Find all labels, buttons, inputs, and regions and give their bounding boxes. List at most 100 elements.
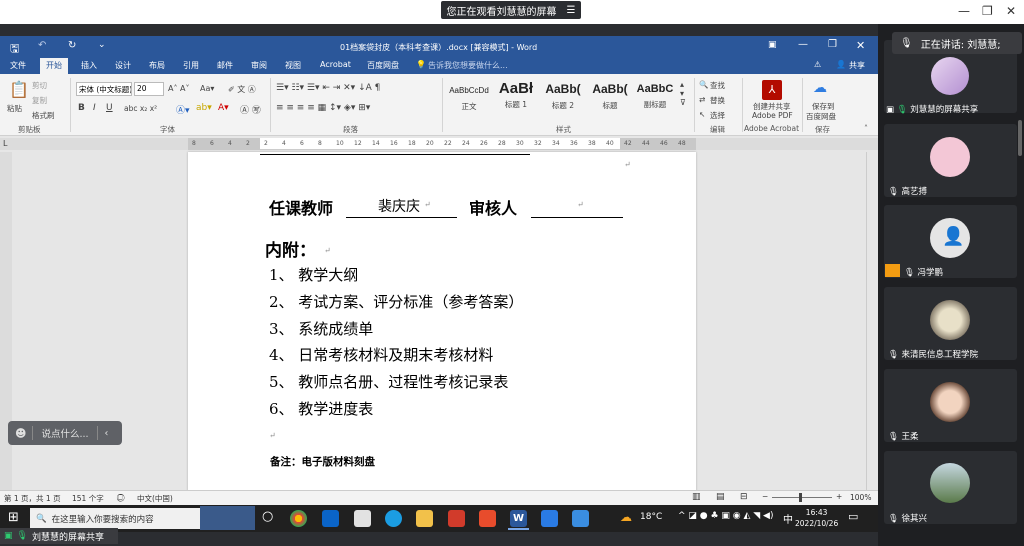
- font-color-icon[interactable]: A▾: [218, 103, 229, 113]
- highlight-icon[interactable]: ab▾: [196, 103, 212, 113]
- notification-icon[interactable]: ▭: [848, 510, 858, 523]
- tab-references[interactable]: 引用: [183, 60, 199, 71]
- chat-input-float[interactable]: ☻ 说点什么... ‹: [8, 421, 122, 445]
- save-icon[interactable]: 🖫: [10, 40, 19, 59]
- baidu-netdisk-label[interactable]: 百度网盘: [806, 111, 836, 122]
- align-icon[interactable]: ≡ ≡ ≡ ≡ ▦ ↕▾ ◈▾ ⊞▾: [276, 103, 370, 113]
- collapse-chevron-icon[interactable]: ‹: [104, 428, 108, 439]
- zoom-level[interactable]: 100%: [850, 493, 871, 502]
- chat-placeholder[interactable]: 说点什么...: [41, 426, 91, 440]
- app-icon[interactable]: [541, 510, 558, 527]
- menu-icon[interactable]: ☰: [567, 5, 576, 16]
- zoom-slider[interactable]: [772, 497, 832, 498]
- word-taskbar-icon[interactable]: W: [510, 510, 527, 527]
- adobe-pdf-icon[interactable]: ⅄: [762, 80, 782, 100]
- text-effects-icon[interactable]: Ⓐ▾: [176, 103, 190, 116]
- tab-insert[interactable]: 插入: [81, 60, 97, 71]
- app-icon[interactable]: [448, 510, 465, 527]
- restore-icon[interactable]: ❐: [982, 4, 993, 18]
- word-close-icon[interactable]: ✕: [856, 39, 865, 52]
- strikethrough-icon[interactable]: abc x₂ x²: [124, 104, 157, 113]
- select-button[interactable]: 选择: [710, 110, 725, 121]
- replace-button[interactable]: 替换: [710, 95, 725, 106]
- tab-design[interactable]: 设计: [115, 60, 131, 71]
- mail-icon[interactable]: [322, 510, 339, 527]
- ribbon-display-icon[interactable]: ▣: [768, 40, 777, 50]
- app-icon[interactable]: [572, 510, 589, 527]
- tab-mailings[interactable]: 邮件: [217, 60, 233, 71]
- cut-button[interactable]: 剪切: [32, 80, 47, 91]
- style-heading1[interactable]: AaBł 标题 1: [494, 80, 538, 120]
- proofing-icon[interactable]: ⎕⃝: [118, 493, 123, 503]
- redo-icon[interactable]: ↻: [68, 40, 76, 51]
- windows-start-icon[interactable]: ⊞: [8, 510, 19, 525]
- tab-home[interactable]: 开始: [40, 58, 68, 74]
- word-minimize-icon[interactable]: —: [798, 39, 808, 50]
- baidu-cloud-icon[interactable]: ☁: [813, 80, 827, 96]
- vertical-scrollbar[interactable]: [866, 152, 878, 490]
- close-icon[interactable]: ✕: [1006, 4, 1016, 18]
- word-count[interactable]: 151 个字: [72, 493, 104, 504]
- style-normal[interactable]: AaBbCcDd 正文: [447, 80, 491, 120]
- styles-scroll-icon[interactable]: ▴ ▾ ⊽: [680, 80, 686, 107]
- tab-baidu[interactable]: 百度网盘: [367, 60, 399, 71]
- chrome-icon[interactable]: [290, 510, 307, 527]
- share-banner[interactable]: 您正在观看刘慧慧的屏幕 ☰: [441, 1, 581, 19]
- read-mode-icon[interactable]: ▥: [692, 492, 701, 502]
- underline-icon[interactable]: U: [106, 103, 113, 113]
- taskbar-search[interactable]: 🔍 在这里输入你要搜索的内容: [30, 508, 200, 529]
- style-heading2[interactable]: AaBb( 标题 2: [541, 80, 585, 120]
- paste-button[interactable]: 粘贴: [7, 103, 22, 114]
- ime-indicator[interactable]: 中: [783, 511, 793, 526]
- warning-icon[interactable]: ⚠: [814, 60, 821, 69]
- format-painter-button[interactable]: 格式刷: [32, 110, 55, 121]
- taskbar-clock[interactable]: 16:43 2022/10/26: [795, 507, 838, 529]
- font-grow-icon[interactable]: A˄ A˅: [168, 84, 190, 93]
- copy-button[interactable]: 复制: [32, 95, 47, 106]
- tab-review[interactable]: 审阅: [251, 60, 267, 71]
- document-page[interactable]: 任课教师 裴庆庆 ↵ 审核人 ↵ 内附： ↵ 1、 教学大纲 2、 考试方案、评…: [188, 152, 696, 492]
- minimize-icon[interactable]: —: [958, 4, 970, 18]
- char-shading-icon[interactable]: Ⓐ ㊢: [240, 103, 261, 116]
- zoom-out-icon[interactable]: −: [762, 492, 768, 501]
- web-layout-icon[interactable]: ⊟: [740, 492, 748, 502]
- panel-scrollbar[interactable]: [1018, 120, 1022, 156]
- italic-icon[interactable]: I: [93, 103, 96, 113]
- adobe-pdf-label[interactable]: Adobe PDF: [752, 111, 793, 120]
- emoji-icon[interactable]: ☻: [15, 427, 26, 440]
- weather-temp[interactable]: 18°C: [640, 512, 662, 522]
- app-icon[interactable]: [479, 510, 496, 527]
- undo-icon[interactable]: ↶: [38, 40, 46, 51]
- file-explorer-icon[interactable]: [416, 510, 433, 527]
- font-size-select[interactable]: 20: [134, 82, 164, 96]
- clear-format-icon[interactable]: ✐ 文 Ⓐ: [228, 84, 256, 95]
- collapse-ribbon-icon[interactable]: ˄: [864, 124, 868, 133]
- bullets-icon[interactable]: ☰▾ ☷▾ ☰▾ ⇤ ⇥ ✕▾ ↓A ¶: [276, 83, 380, 93]
- tray-icons[interactable]: ^ ◪ ● ♣ ▣ ◉ ◭ ◥ ◀): [678, 511, 773, 521]
- word-restore-icon[interactable]: ❐: [828, 39, 837, 50]
- tell-me-input[interactable]: 告诉我您想要做什么...: [428, 60, 508, 71]
- tab-acrobat[interactable]: Acrobat: [320, 60, 351, 69]
- style-subtitle[interactable]: AaBbC 副标题: [633, 80, 677, 120]
- font-name-select[interactable]: 宋体 (中文标题): [76, 82, 132, 96]
- style-title[interactable]: AaBb( 标题: [588, 80, 632, 120]
- page-count[interactable]: 第 1 页，共 1 页: [4, 493, 61, 504]
- share-button[interactable]: 共享: [849, 60, 865, 71]
- tab-selector-icon[interactable]: L: [3, 139, 7, 148]
- zoom-slider-thumb[interactable]: [799, 493, 802, 502]
- paste-icon[interactable]: 📋: [9, 80, 29, 99]
- tab-view[interactable]: 视图: [285, 60, 301, 71]
- customize-qat-icon[interactable]: ⌄: [98, 40, 106, 50]
- find-button[interactable]: 查找: [710, 80, 725, 91]
- print-layout-icon[interactable]: ▤: [716, 492, 725, 502]
- edge-icon[interactable]: [385, 510, 402, 527]
- store-icon[interactable]: [354, 510, 371, 527]
- weather-icon[interactable]: ☁: [620, 510, 632, 524]
- zoom-in-icon[interactable]: +: [836, 492, 842, 501]
- change-case-icon[interactable]: Aa▾: [200, 84, 214, 93]
- task-view-icon[interactable]: ○: [262, 509, 273, 524]
- tab-file[interactable]: 文件: [10, 60, 26, 71]
- bold-icon[interactable]: B: [78, 103, 85, 113]
- language[interactable]: 中文(中国): [137, 493, 173, 504]
- tab-layout[interactable]: 布局: [149, 60, 165, 71]
